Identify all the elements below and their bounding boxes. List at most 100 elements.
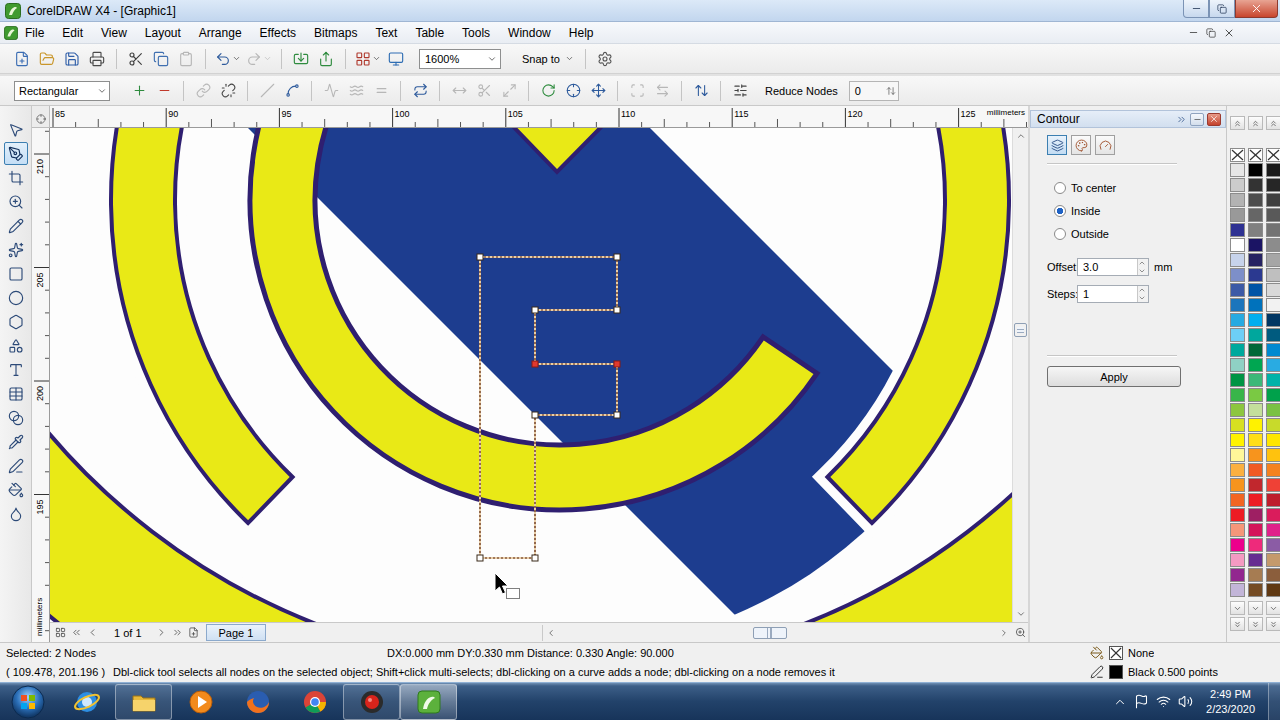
- document-menu[interactable]: [4, 26, 18, 40]
- start-button[interactable]: [0, 684, 56, 720]
- document-navigator-button[interactable]: [52, 625, 68, 641]
- reflect-v-button[interactable]: [689, 79, 713, 103]
- color-swatch[interactable]: [1266, 223, 1280, 237]
- color-swatch[interactable]: [1266, 193, 1280, 207]
- color-swatch[interactable]: [1230, 193, 1245, 207]
- color-swatch[interactable]: [1230, 163, 1245, 177]
- horizontal-scroll-track[interactable]: [559, 625, 996, 641]
- steps-tab[interactable]: [1047, 135, 1067, 155]
- spin-buttons[interactable]: [1137, 259, 1148, 275]
- scroll-right-button[interactable]: [996, 625, 1012, 641]
- zoom-level-combo[interactable]: 1600%: [419, 49, 501, 69]
- color-swatch[interactable]: [1230, 313, 1245, 327]
- color-swatch[interactable]: [1248, 283, 1263, 297]
- stretch-button[interactable]: [497, 79, 521, 103]
- crown-point[interactable]: [505, 128, 610, 172]
- color-swatch[interactable]: [1248, 568, 1263, 582]
- color-swatch[interactable]: [1248, 463, 1263, 477]
- color-swatch[interactable]: [1266, 493, 1280, 507]
- color-swatch[interactable]: [1266, 568, 1280, 582]
- color-swatch[interactable]: [1266, 178, 1280, 192]
- show-desktop-button[interactable]: [1268, 683, 1280, 720]
- color-swatch[interactable]: [1266, 553, 1280, 567]
- color-swatch[interactable]: [1266, 313, 1280, 327]
- menu-item[interactable]: Tools: [453, 24, 499, 42]
- menu-item[interactable]: Effects: [251, 24, 305, 42]
- fill-tool[interactable]: [4, 478, 28, 501]
- no-color-swatch[interactable]: [1248, 148, 1263, 162]
- vertical-scroll-thumb[interactable]: [1014, 323, 1027, 337]
- color-swatch[interactable]: [1230, 358, 1245, 372]
- ellipse-tool[interactable]: [4, 286, 28, 309]
- spin-buttons[interactable]: [1137, 286, 1148, 302]
- radio-button[interactable]: [1054, 182, 1066, 194]
- snap-to-menu[interactable]: Snap to: [518, 51, 578, 67]
- rectangle-tool[interactable]: [4, 262, 28, 285]
- horizontal-ruler[interactable]: 859095100105110115120125millimeters: [50, 106, 1028, 128]
- table-tool[interactable]: [4, 382, 28, 405]
- color-swatch[interactable]: [1248, 418, 1263, 432]
- extend-button[interactable]: [447, 79, 471, 103]
- vertical-scroll-track[interactable]: [1013, 144, 1028, 606]
- reverse-button[interactable]: [408, 79, 432, 103]
- color-swatch[interactable]: [1230, 268, 1245, 282]
- join-button[interactable]: [191, 79, 215, 103]
- palette-scroll-up-button[interactable]: [1248, 116, 1263, 130]
- color-swatch[interactable]: [1266, 208, 1280, 222]
- color-swatch[interactable]: [1248, 178, 1263, 192]
- document-close-button[interactable]: [1222, 26, 1236, 40]
- select-all-button[interactable]: [625, 79, 649, 103]
- cut-button[interactable]: [124, 47, 148, 71]
- symmetrical-button[interactable]: [369, 79, 393, 103]
- acceleration-tab[interactable]: [1095, 135, 1115, 155]
- curve-node[interactable]: [477, 254, 483, 260]
- scroll-down-button[interactable]: [1013, 606, 1029, 622]
- horizontal-scroll-thumb[interactable]: [753, 627, 787, 639]
- no-color-swatch[interactable]: [1266, 148, 1280, 162]
- text-tool[interactable]: [4, 358, 28, 381]
- outline-tool[interactable]: [4, 454, 28, 477]
- color-swatch[interactable]: [1248, 538, 1263, 552]
- color-swatch[interactable]: [1266, 583, 1280, 597]
- color-swatch[interactable]: [1230, 478, 1245, 492]
- menu-item[interactable]: Bitmaps: [305, 24, 366, 42]
- ruler-origin[interactable]: [32, 106, 50, 128]
- color-swatch[interactable]: [1248, 238, 1263, 252]
- paste-button[interactable]: [174, 47, 198, 71]
- extract-button[interactable]: [472, 79, 496, 103]
- color-swatch[interactable]: [1266, 268, 1280, 282]
- palette-expand-button[interactable]: [1230, 617, 1245, 631]
- menu-item[interactable]: Help: [560, 24, 603, 42]
- color-swatch[interactable]: [1266, 463, 1280, 477]
- second-ring[interactable]: [111, 128, 1009, 523]
- palette-scroll-down-button[interactable]: [1230, 601, 1245, 615]
- color-swatch[interactable]: [1266, 523, 1280, 537]
- color-swatch[interactable]: [1248, 268, 1263, 282]
- color-swatch[interactable]: [1230, 433, 1245, 447]
- direction-option[interactable]: To center: [1054, 179, 1226, 196]
- color-swatch[interactable]: [1266, 163, 1280, 177]
- colors-tab[interactable]: [1071, 135, 1091, 155]
- color-swatch[interactable]: [1230, 553, 1245, 567]
- cusp-button[interactable]: [319, 79, 343, 103]
- polygon-tool[interactable]: [4, 310, 28, 333]
- save-button[interactable]: [60, 47, 84, 71]
- color-swatch[interactable]: [1248, 208, 1263, 222]
- no-color-swatch[interactable]: [1230, 148, 1245, 162]
- apply-button[interactable]: Apply: [1047, 366, 1181, 387]
- blend-tool[interactable]: [4, 406, 28, 429]
- add-node-button[interactable]: [127, 79, 151, 103]
- curve-node[interactable]: [532, 361, 538, 367]
- interactive-fill-tool[interactable]: [4, 502, 28, 525]
- curve-node[interactable]: [614, 254, 620, 260]
- import-button[interactable]: [289, 47, 313, 71]
- close-button[interactable]: [1235, 0, 1278, 18]
- copy-button[interactable]: [149, 47, 173, 71]
- color-swatch[interactable]: [1248, 583, 1263, 597]
- to-curve-button[interactable]: [280, 79, 304, 103]
- menu-item[interactable]: View: [92, 24, 136, 42]
- coreldraw-taskbar-button[interactable]: [400, 684, 457, 720]
- direction-option[interactable]: Inside: [1054, 202, 1226, 219]
- color-swatch[interactable]: [1230, 253, 1245, 267]
- color-swatch[interactable]: [1266, 343, 1280, 357]
